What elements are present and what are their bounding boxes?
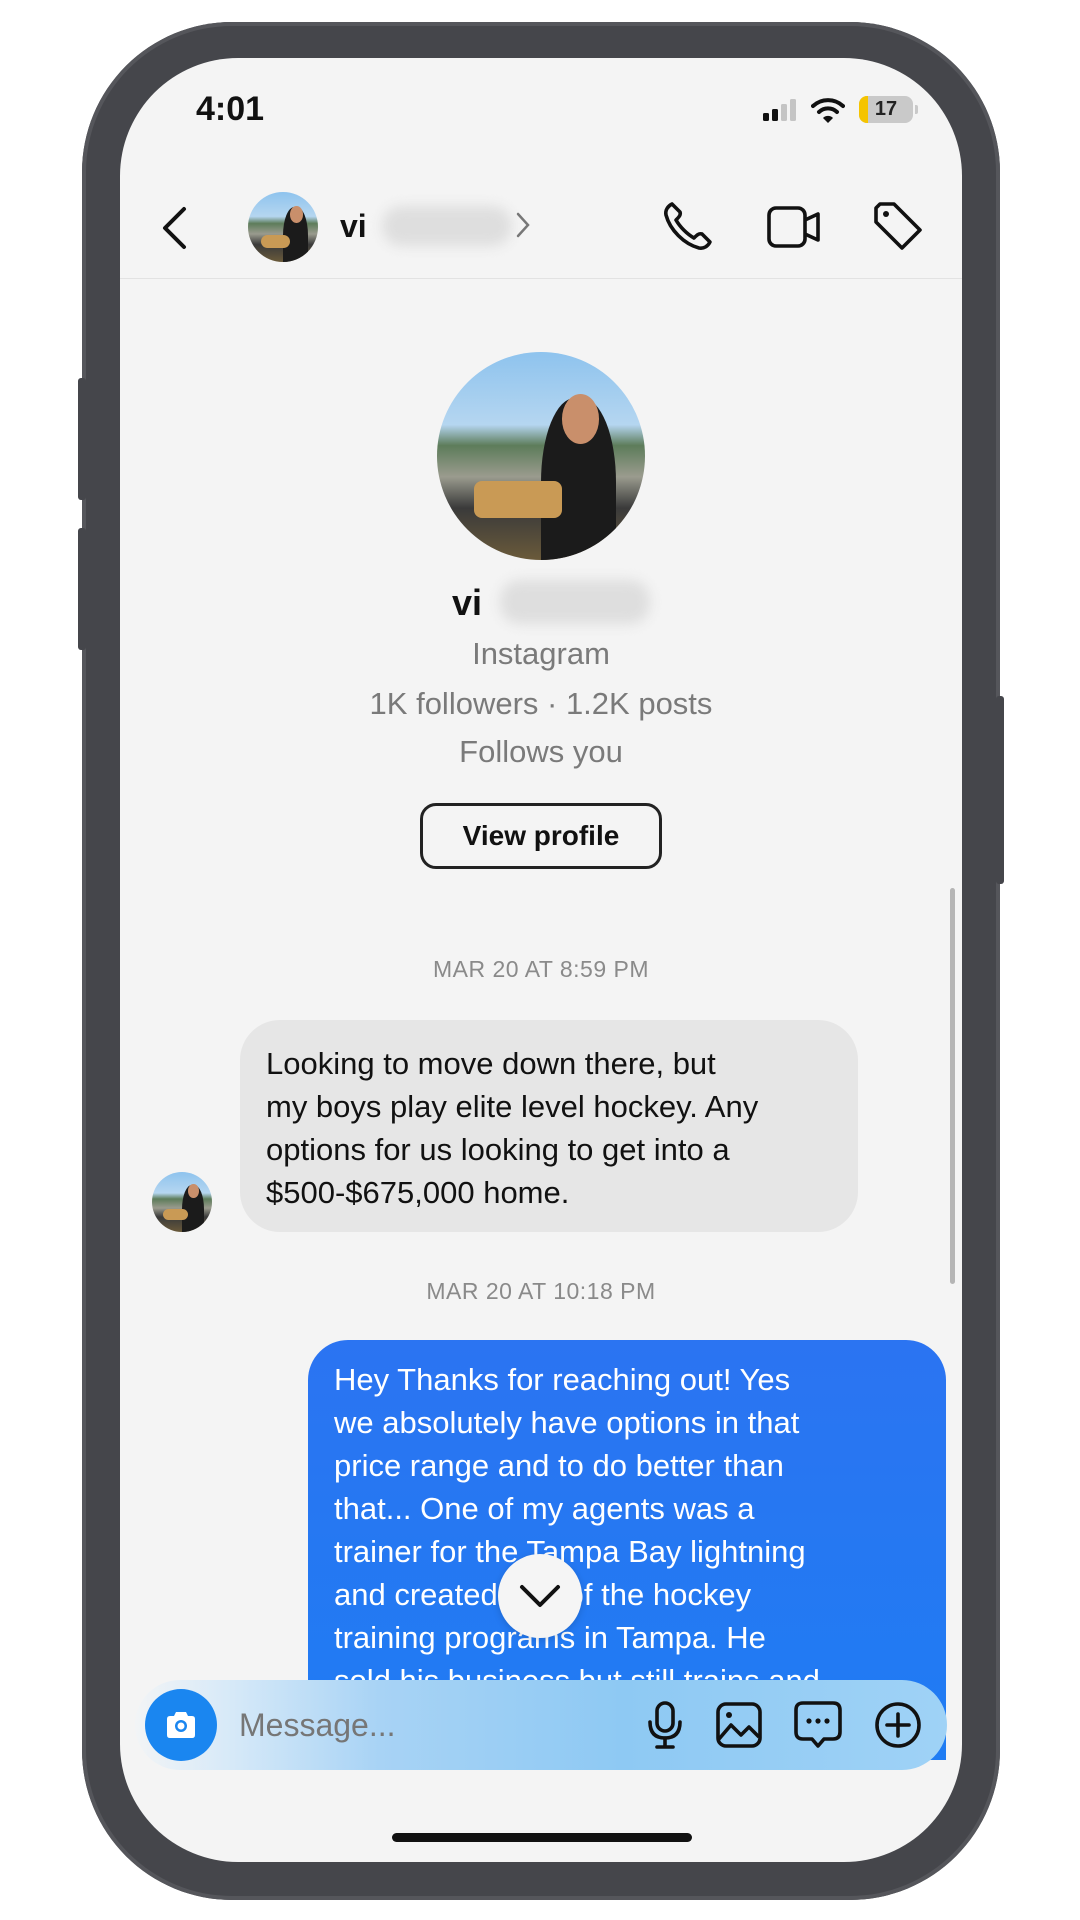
signal-icon — [763, 98, 797, 121]
audio-call-button[interactable] — [662, 200, 714, 252]
plus-circle-icon[interactable] — [873, 1700, 923, 1750]
video-call-button[interactable] — [766, 204, 822, 250]
home-indicator[interactable] — [392, 1833, 692, 1842]
chevron-down-icon — [519, 1584, 561, 1608]
scroll-to-bottom-button[interactable] — [498, 1554, 582, 1638]
message-line: my boys play elite level hockey. Any — [266, 1089, 759, 1124]
message-timestamp: MAR 20 AT 10:18 PM — [426, 1278, 656, 1304]
camera-button[interactable] — [145, 1689, 217, 1761]
sticker-chat-icon[interactable] — [793, 1700, 843, 1750]
status-time: 4:01 — [196, 90, 265, 128]
video-camera-icon — [766, 204, 822, 250]
follow-status: Follows you — [459, 734, 623, 769]
message-line: price range and to do better than — [334, 1448, 784, 1483]
view-profile-button[interactable]: View profile — [420, 803, 662, 869]
tag-icon — [872, 200, 924, 252]
message-line: training programs in Tampa. He — [334, 1620, 766, 1655]
profile-stats: 1K followers · 1.2K posts — [369, 686, 713, 721]
back-button[interactable] — [160, 206, 188, 250]
battery-level: 17 — [874, 98, 898, 120]
battery-fill — [859, 96, 869, 123]
message-line: $500-$675,000 home. — [266, 1175, 570, 1210]
redacted-profile-username — [500, 580, 650, 624]
microphone-icon[interactable] — [645, 1700, 685, 1750]
message-line: and created one of the hockey — [334, 1577, 752, 1612]
message-line: options for us looking to get into a — [266, 1132, 730, 1167]
message-input[interactable] — [237, 1705, 581, 1745]
incoming-message-bubble[interactable]: Looking to move down there, but my boys … — [240, 1020, 858, 1232]
battery-icon: 17 — [859, 96, 913, 123]
power-button — [996, 696, 1004, 884]
tag-button[interactable] — [872, 200, 924, 252]
volume-up-button — [78, 378, 86, 500]
message-line: Hey Thanks for reaching out! Yes — [334, 1362, 791, 1397]
message-line: trainer for the Tampa Bay lightning — [334, 1534, 806, 1569]
wifi-icon — [811, 97, 845, 123]
redacted-username — [382, 206, 512, 246]
message-line: we absolutely have options in that — [334, 1405, 800, 1440]
battery-tip — [915, 105, 918, 114]
chevron-right-icon[interactable] — [516, 212, 530, 238]
phone-icon — [662, 200, 714, 252]
profile-avatar[interactable] — [437, 352, 645, 560]
sender-avatar[interactable] — [152, 1172, 212, 1232]
header-avatar[interactable] — [248, 192, 318, 262]
status-icons: 17 — [763, 96, 918, 123]
phone-screen: 4:01 17 vi vi Instagram 1K followers · 1… — [120, 58, 962, 1862]
profile-source: Instagram — [472, 636, 610, 671]
profile-username: vi — [452, 582, 483, 623]
scrollbar[interactable] — [950, 888, 955, 1284]
back-chevron-icon — [160, 206, 188, 250]
message-line: that... One of my agents was a — [334, 1491, 755, 1526]
chat-header: vi — [120, 176, 962, 280]
camera-icon — [164, 1711, 198, 1739]
message-line: Looking to move down there, but — [266, 1046, 716, 1081]
header-divider — [120, 278, 962, 279]
header-username[interactable]: vi — [340, 208, 367, 245]
message-composer — [135, 1680, 947, 1770]
gallery-icon[interactable] — [715, 1701, 763, 1749]
volume-down-button — [78, 528, 86, 650]
message-timestamp: MAR 20 AT 8:59 PM — [432, 956, 650, 982]
